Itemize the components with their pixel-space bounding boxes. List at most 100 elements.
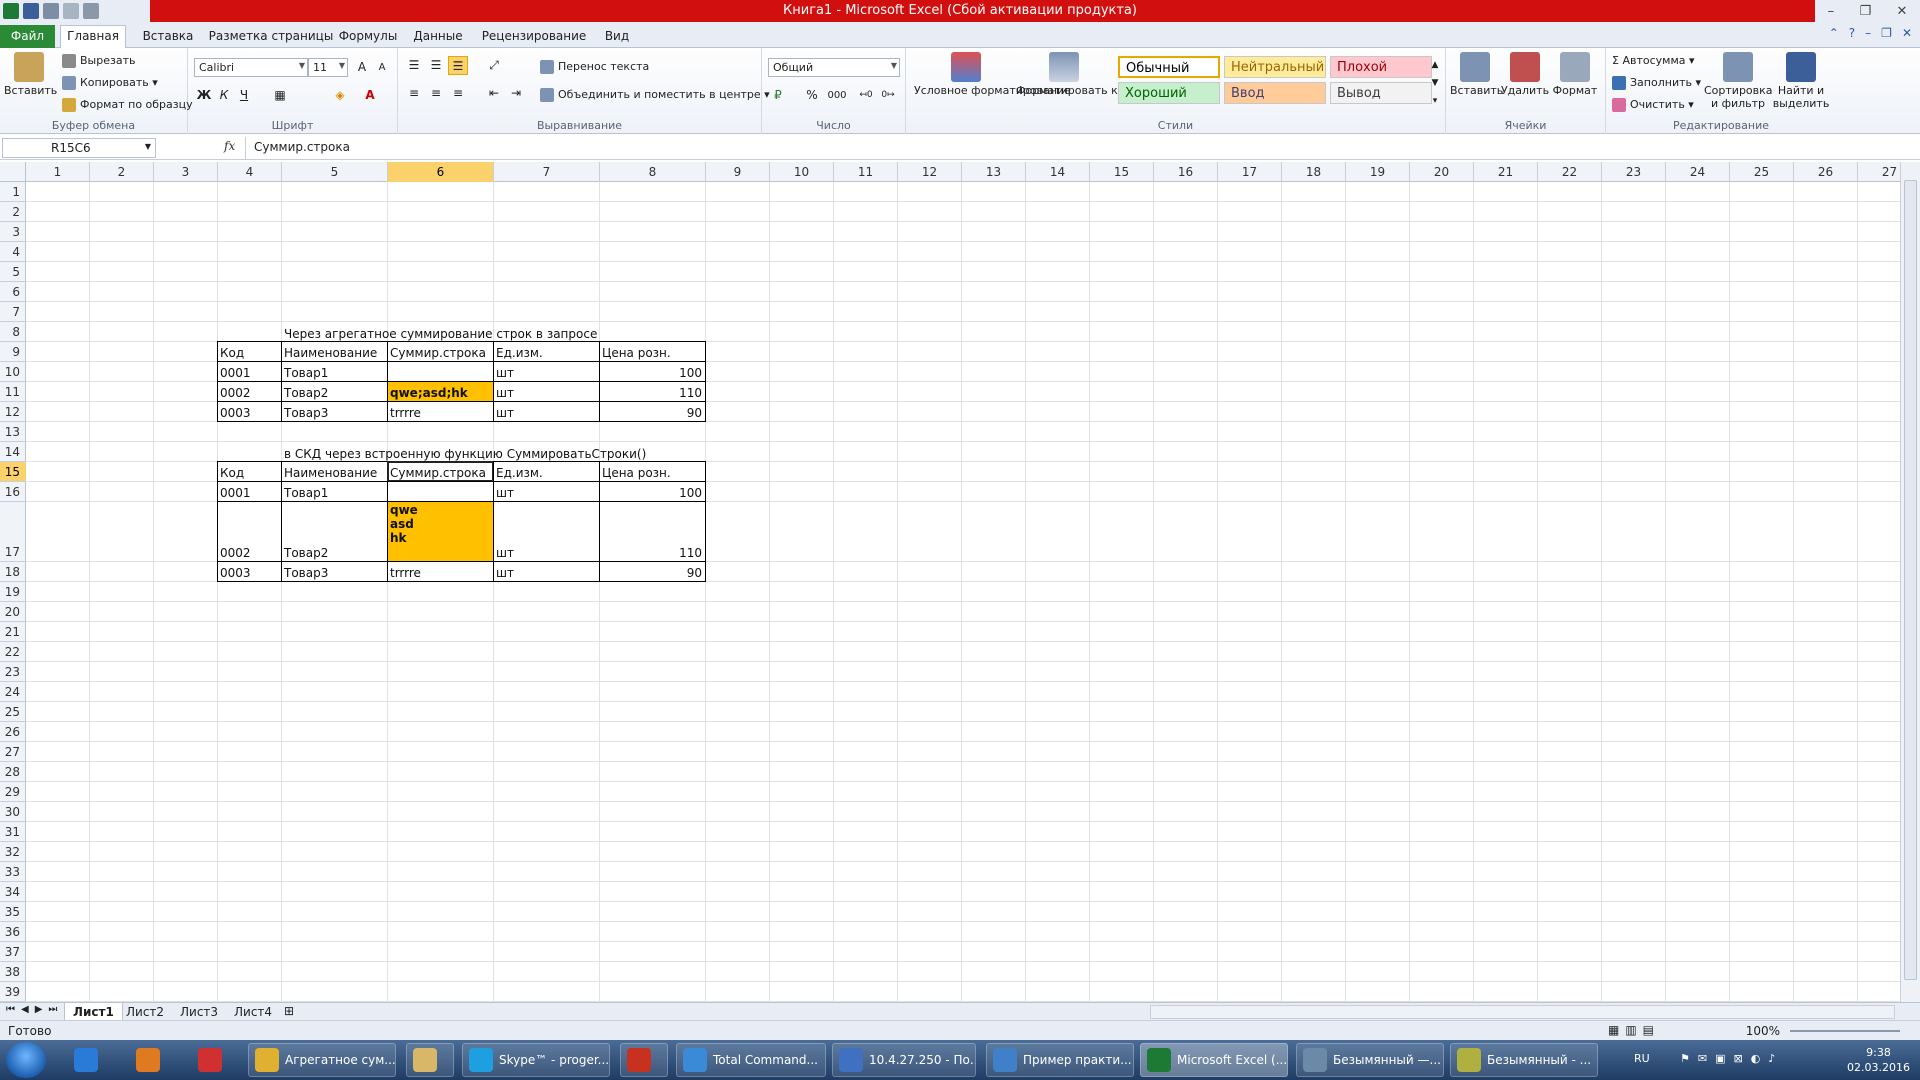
tab-formulas[interactable]: Формулы (338, 26, 398, 48)
format-as-table-button[interactable]: Форматировать как таблицу (1016, 52, 1183, 97)
table-cell[interactable]: 0002 (217, 381, 282, 402)
close-workbook-icon[interactable]: ✕ (1902, 26, 1912, 40)
row-header[interactable]: 19 (0, 582, 26, 602)
wrap-text-button[interactable]: Перенос текста (540, 60, 649, 74)
table-header-cell[interactable]: Код (217, 341, 282, 362)
increase-decimal-icon[interactable]: ↤0 (856, 86, 876, 105)
fill-button[interactable]: Заполнить ▾ (1612, 76, 1701, 90)
font-color-icon[interactable]: A (360, 86, 380, 105)
row-header[interactable]: 24 (0, 682, 26, 702)
row-header[interactable]: 14 (0, 442, 26, 462)
horizontal-scrollbar[interactable] (1150, 1005, 1895, 1019)
table-cell[interactable]: 0003 (217, 561, 282, 582)
restore-icon[interactable]: ❐ (1859, 4, 1871, 19)
column-header[interactable]: 5 (282, 162, 388, 182)
align-top-icon[interactable]: ☰ (404, 56, 424, 75)
tab-home[interactable]: Главная (60, 25, 126, 48)
row-header[interactable]: 7 (0, 302, 26, 322)
sort-filter-button[interactable]: Сортировка и фильтр (1704, 52, 1773, 110)
find-select-button[interactable]: Найти и выделить (1770, 52, 1832, 110)
column-header[interactable]: 25 (1730, 162, 1794, 182)
table-cell[interactable]: 110 (599, 501, 706, 562)
row-header[interactable]: 9 (0, 342, 26, 362)
table-header-cell[interactable]: Ед.изм. (493, 461, 600, 482)
row-header[interactable]: 10 (0, 362, 26, 382)
column-header[interactable]: 10 (770, 162, 834, 182)
zoom-slider[interactable] (1790, 1030, 1900, 1032)
table-cell[interactable]: 110 (599, 381, 706, 402)
vertical-scrollbar[interactable] (1900, 162, 1920, 1014)
taskbar-item[interactable]: Пример практи... (986, 1043, 1134, 1077)
orientation-icon[interactable]: ⤢ (484, 56, 504, 75)
table-header-cell[interactable]: Код (217, 461, 282, 482)
table-cell[interactable]: Товар3 (281, 561, 388, 582)
sheet-nav-arrows-icon[interactable]: ⏮◀▶⏭ (6, 1004, 63, 1015)
insert-function-icon[interactable]: fx (224, 139, 235, 153)
format-painter-button[interactable]: Формат по образцу (62, 98, 193, 112)
row-header[interactable]: 34 (0, 882, 26, 902)
row-header[interactable]: 27 (0, 742, 26, 762)
table-cell[interactable]: шт (493, 501, 600, 562)
column-header[interactable]: 2 (90, 162, 154, 182)
taskbar-item[interactable]: Total Command... (676, 1043, 826, 1077)
table-cell[interactable]: Товар1 (281, 361, 388, 382)
table-cell[interactable] (387, 481, 494, 502)
taskbar-item[interactable]: Безымянный —... (1296, 1043, 1444, 1077)
taskbar-item[interactable]: Skype™ - proger... (462, 1043, 610, 1077)
style-3[interactable]: Плохой (1330, 56, 1432, 78)
table-cell[interactable]: Товар1 (281, 481, 388, 502)
tray-icons[interactable]: ⚑✉▣⊠◐♪ (1680, 1052, 1783, 1065)
internet-explorer-icon[interactable] (74, 1048, 98, 1072)
name-box[interactable]: R15C6 ▼ (2, 138, 156, 158)
copy-button[interactable]: Копировать ▾ (62, 76, 158, 90)
column-header[interactable]: 19 (1346, 162, 1410, 182)
grow-font-icon[interactable]: A (352, 58, 372, 77)
minimize-icon[interactable]: – (1828, 4, 1835, 19)
table-cell[interactable]: шт (493, 561, 600, 582)
row-header[interactable]: 38 (0, 962, 26, 982)
zoom-level[interactable]: 100% (1746, 1024, 1780, 1038)
tab-insert[interactable]: Вставка (138, 26, 198, 48)
row-header[interactable]: 39 (0, 982, 26, 1002)
table-header-cell[interactable]: Цена розн. (599, 461, 706, 482)
column-header[interactable]: 24 (1666, 162, 1730, 182)
column-header[interactable]: 13 (962, 162, 1026, 182)
increase-indent-icon[interactable]: ⇥ (506, 84, 526, 103)
sheet-tab-4[interactable]: Лист4 (226, 1003, 280, 1021)
sheet-tab-2[interactable]: Лист2 (118, 1003, 172, 1021)
align-middle-icon[interactable]: ☰ (426, 56, 446, 75)
tab-page-layout[interactable]: Разметка страницы (206, 26, 336, 48)
column-header[interactable]: 16 (1154, 162, 1218, 182)
percent-button[interactable]: % (802, 86, 822, 105)
column-header[interactable]: 20 (1410, 162, 1474, 182)
row-header[interactable]: 32 (0, 842, 26, 862)
table-cell[interactable]: 0003 (217, 401, 282, 422)
column-header[interactable]: 6 (388, 162, 494, 182)
table-cell[interactable]: 100 (599, 361, 706, 382)
column-header[interactable]: 23 (1602, 162, 1666, 182)
taskbar-item[interactable] (620, 1043, 668, 1077)
font-name-combo[interactable]: Calibri ▼ (194, 58, 308, 77)
column-header[interactable]: 7 (494, 162, 600, 182)
row-header[interactable]: 29 (0, 782, 26, 802)
table-cell[interactable]: шт (493, 361, 600, 382)
row-header[interactable]: 18 (0, 562, 26, 582)
row-header[interactable]: 30 (0, 802, 26, 822)
gallery-scroll-down-icon[interactable]: ▼ (1428, 74, 1442, 93)
format-cells-button[interactable]: Формат (1550, 52, 1600, 97)
row-header[interactable]: 20 (0, 602, 26, 622)
row-header[interactable]: 12 (0, 402, 26, 422)
gallery-scroll-up-icon[interactable]: ▲ (1428, 56, 1442, 75)
sheet-tab-3[interactable]: Лист3 (172, 1003, 226, 1021)
row-header[interactable]: 26 (0, 722, 26, 742)
row-header[interactable]: 21 (0, 622, 26, 642)
table-cell[interactable]: шт (493, 381, 600, 402)
fill-color-icon[interactable]: ◈ (330, 86, 350, 105)
currency-icon[interactable]: ₽ (768, 86, 788, 105)
row-header[interactable]: 22 (0, 642, 26, 662)
view-mode-icons[interactable]: ▦▥▤ (1608, 1023, 1660, 1037)
underline-button[interactable]: Ч (234, 86, 254, 105)
paste-button[interactable]: Вставить (4, 52, 57, 97)
shrink-font-icon[interactable]: A (372, 58, 392, 77)
column-header[interactable]: 18 (1282, 162, 1346, 182)
